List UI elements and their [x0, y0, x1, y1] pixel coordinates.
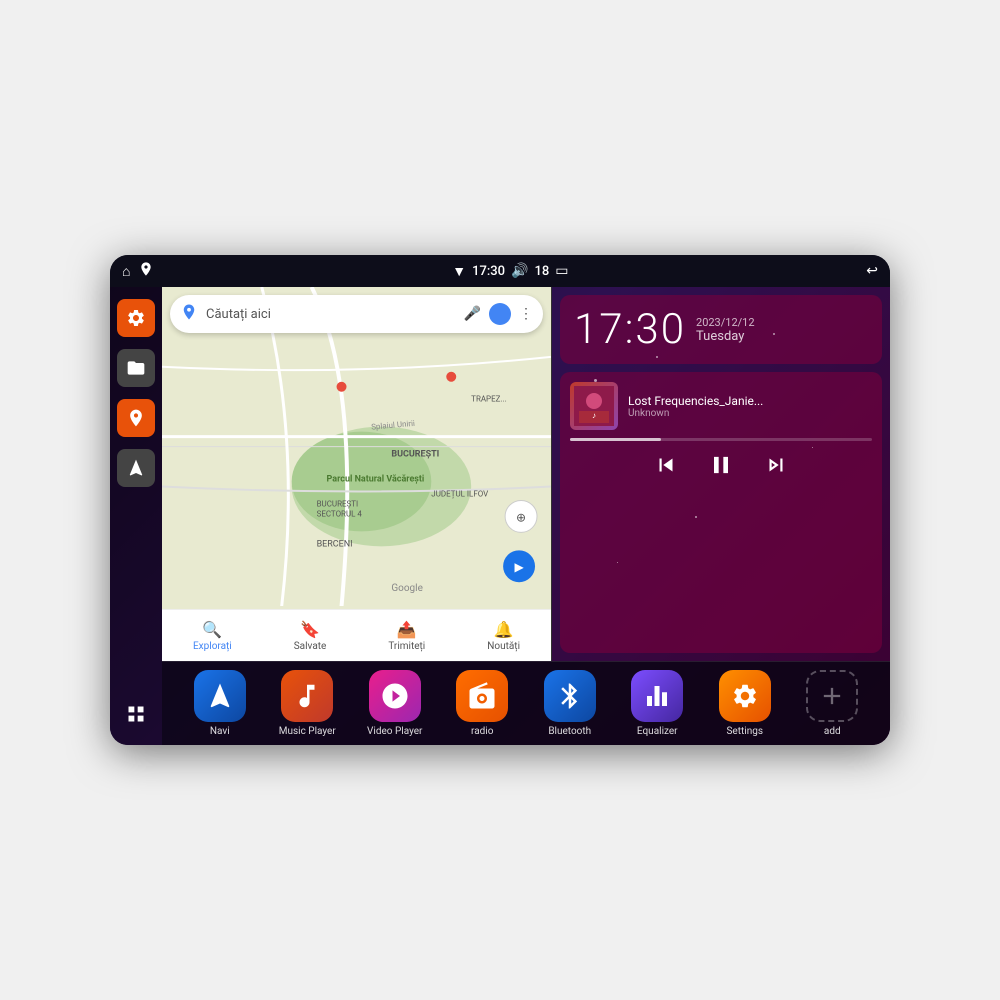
prev-button[interactable] [653, 452, 679, 478]
wifi-icon: ▼ [452, 263, 466, 280]
map-container[interactable]: Splaiul Unirii Parcul Natural Văcărești … [162, 287, 552, 661]
svg-text:▶: ▶ [514, 560, 524, 574]
user-avatar[interactable] [489, 303, 511, 325]
svg-text:Google: Google [391, 583, 422, 594]
map-search-bar[interactable]: Căutați aici 🎤 ⋮ [170, 295, 543, 333]
battery-icon: ▭ [555, 263, 568, 279]
search-input-text: Căutați aici [206, 307, 456, 322]
status-left: ⌂ [122, 261, 154, 281]
content-right: Splaiul Unirii Parcul Natural Văcărești … [162, 287, 890, 745]
explore-icon: 🔍 [202, 620, 222, 639]
svg-text:BERCENI: BERCENI [317, 539, 353, 549]
share-label: Trimiteți [388, 641, 425, 652]
sidebar-item-nav[interactable] [117, 449, 155, 487]
map-share-tab[interactable]: 📤 Trimiteți [388, 620, 425, 652]
map-bottom-nav: 🔍 Explorați 🔖 Salvate 📤 Trimiteți � [162, 609, 551, 661]
music-thumb-inner: ♪ [570, 382, 618, 430]
music-thumbnail: ♪ [570, 382, 618, 430]
settings-label: Settings [726, 726, 763, 737]
clock-widget: 17:30 2023/12/12 Tuesday [560, 295, 882, 364]
sidebar-item-settings[interactable] [117, 299, 155, 337]
radio-label: radio [471, 726, 493, 737]
music-artist: Unknown [628, 408, 872, 419]
saved-label: Salvate [294, 641, 327, 652]
pause-button[interactable] [707, 451, 735, 479]
app-radio[interactable]: radio [441, 670, 525, 737]
share-icon: 📤 [397, 620, 417, 639]
battery-level: 18 [535, 264, 550, 279]
svg-text:TRAPEZ...: TRAPEZ... [471, 395, 507, 404]
sidebar-item-map[interactable] [117, 399, 155, 437]
music-player-icon [281, 670, 333, 722]
app-settings[interactable]: Settings [703, 670, 787, 737]
explore-label: Explorați [193, 641, 232, 652]
main-content: Splaiul Unirii Parcul Natural Văcărești … [110, 287, 890, 745]
volume-icon: 🔊 [511, 263, 528, 279]
settings-icon [719, 670, 771, 722]
add-label: add [824, 726, 841, 737]
info-panel: 17:30 2023/12/12 Tuesday [552, 287, 890, 661]
music-info: ♪ Lost Frequencies_Janie... Unknown [570, 382, 872, 430]
top-area: Splaiul Unirii Parcul Natural Văcărești … [162, 287, 890, 661]
svg-text:SECTORUL 4: SECTORUL 4 [317, 509, 363, 518]
status-bar: ⌂ ▼ 17:30 🔊 18 ▭ ↩ [110, 255, 890, 287]
clock-year: 2023/12/12 [696, 316, 755, 329]
device-frame: ⌂ ▼ 17:30 🔊 18 ▭ ↩ [110, 255, 890, 745]
music-progress-fill [570, 438, 661, 441]
bookmark-icon: 🔖 [300, 620, 320, 639]
bluetooth-icon [544, 670, 596, 722]
map-explore-tab[interactable]: 🔍 Explorați [193, 620, 232, 652]
music-controls [570, 451, 872, 479]
music-details: Lost Frequencies_Janie... Unknown [628, 394, 872, 419]
navi-icon [194, 670, 246, 722]
next-button[interactable] [763, 452, 789, 478]
video-player-icon [369, 670, 421, 722]
news-icon: 🔔 [494, 620, 514, 639]
music-player-label: Music Player [279, 726, 336, 737]
equalizer-icon [631, 670, 683, 722]
clock-day: Tuesday [696, 329, 755, 344]
radio-icon [456, 670, 508, 722]
app-grid: Navi Music Player Video Player [162, 661, 890, 745]
app-video-player[interactable]: Video Player [353, 670, 437, 737]
maps-icon[interactable] [138, 261, 154, 281]
add-icon [806, 670, 858, 722]
sidebar-item-files[interactable] [117, 349, 155, 387]
home-icon[interactable]: ⌂ [122, 263, 130, 280]
svg-text:JUDEȚUL ILFOV: JUDEȚUL ILFOV [431, 489, 488, 498]
status-right: ↩ [866, 263, 878, 279]
sidebar-grid-button[interactable] [117, 695, 155, 733]
mic-icon[interactable]: 🎤 [464, 306, 481, 322]
app-equalizer[interactable]: Equalizer [616, 670, 700, 737]
clock-date: 2023/12/12 Tuesday [696, 316, 755, 344]
svg-text:♪: ♪ [592, 411, 596, 420]
map-saved-tab[interactable]: 🔖 Salvate [294, 620, 327, 652]
svg-text:BUCUREȘTI: BUCUREȘTI [391, 450, 439, 460]
maps-pin-icon [180, 303, 198, 325]
sidebar [110, 287, 162, 745]
app-navi[interactable]: Navi [178, 670, 262, 737]
bluetooth-label: Bluetooth [548, 726, 591, 737]
svg-text:BUCUREȘTI: BUCUREȘTI [317, 499, 359, 508]
equalizer-label: Equalizer [637, 726, 678, 737]
svg-text:Parcul Natural Văcărești: Parcul Natural Văcărești [327, 474, 425, 484]
app-add[interactable]: add [791, 670, 875, 737]
map-settings-icon[interactable]: ⋮ [519, 306, 533, 322]
music-title: Lost Frequencies_Janie... [628, 394, 872, 408]
status-center: ▼ 17:30 🔊 18 ▭ [452, 263, 568, 280]
back-icon[interactable]: ↩ [866, 263, 878, 279]
status-time: 17:30 [472, 264, 505, 279]
clock-time: 17:30 [574, 305, 686, 354]
music-progress-bar[interactable] [570, 438, 872, 441]
map-news-tab[interactable]: 🔔 Noutăți [487, 620, 520, 652]
app-bluetooth[interactable]: Bluetooth [528, 670, 612, 737]
news-label: Noutăți [487, 641, 520, 652]
navi-label: Navi [210, 726, 230, 737]
app-music-player[interactable]: Music Player [266, 670, 350, 737]
music-widget: ♪ Lost Frequencies_Janie... Unknown [560, 372, 882, 653]
svg-text:⊕: ⊕ [516, 510, 526, 524]
video-player-label: Video Player [367, 726, 422, 737]
